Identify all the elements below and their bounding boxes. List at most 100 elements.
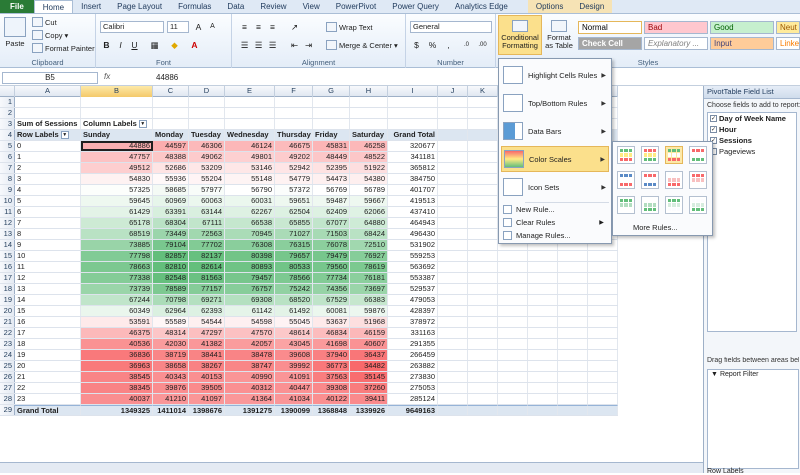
- session-cell[interactable]: 77734: [313, 273, 350, 283]
- session-cell[interactable]: 38267: [189, 361, 225, 371]
- font-size-combo[interactable]: 11: [167, 21, 189, 33]
- cell[interactable]: [498, 251, 528, 261]
- cell[interactable]: [528, 405, 558, 415]
- session-cell[interactable]: 56769: [313, 185, 350, 195]
- column-header-f[interactable]: F: [275, 86, 313, 97]
- fill-color-icon[interactable]: ◆: [168, 39, 181, 51]
- session-cell[interactable]: 54830: [81, 174, 153, 184]
- row-header[interactable]: 29: [0, 405, 15, 415]
- hour-label[interactable]: 8: [15, 229, 81, 239]
- session-cell[interactable]: 76315: [275, 240, 313, 250]
- session-cell[interactable]: 46306: [189, 141, 225, 151]
- color-scale-swatch[interactable]: [689, 171, 707, 189]
- session-cell[interactable]: 63144: [189, 207, 225, 217]
- session-cell[interactable]: 39411: [350, 394, 388, 404]
- session-cell[interactable]: 53146: [225, 163, 275, 173]
- session-cell[interactable]: 54598: [225, 317, 275, 327]
- hour-label[interactable]: 9: [15, 240, 81, 250]
- session-cell[interactable]: 49512: [81, 163, 153, 173]
- cell[interactable]: [468, 339, 498, 349]
- session-cell[interactable]: 73697: [350, 284, 388, 294]
- session-cell[interactable]: 78589: [153, 284, 189, 294]
- session-cell[interactable]: 61142: [225, 306, 275, 316]
- cell-style-neut[interactable]: Neut: [776, 21, 800, 34]
- cell[interactable]: [498, 284, 528, 294]
- cell[interactable]: [350, 97, 388, 107]
- hour-label[interactable]: 6: [15, 207, 81, 217]
- grand-total-cell[interactable]: 331163: [388, 328, 438, 338]
- cell[interactable]: [498, 328, 528, 338]
- row-header[interactable]: 1: [0, 97, 15, 107]
- session-cell[interactable]: 38478: [225, 350, 275, 360]
- session-cell[interactable]: 79657: [275, 251, 313, 261]
- session-cell[interactable]: 46258: [350, 141, 388, 151]
- session-cell[interactable]: 82857: [153, 251, 189, 261]
- cell[interactable]: [438, 97, 468, 107]
- session-cell[interactable]: 39608: [275, 350, 313, 360]
- fx-icon[interactable]: fx: [104, 72, 152, 84]
- conditional-formatting-button[interactable]: Conditional Formatting: [498, 15, 542, 55]
- cell[interactable]: [438, 328, 468, 338]
- session-cell[interactable]: 36836: [81, 350, 153, 360]
- session-cell[interactable]: 79104: [153, 240, 189, 250]
- session-cell[interactable]: 82548: [153, 273, 189, 283]
- color-scale-swatch[interactable]: [689, 146, 707, 164]
- cell[interactable]: [468, 218, 498, 228]
- cell[interactable]: [588, 350, 618, 360]
- cell[interactable]: [468, 328, 498, 338]
- cell[interactable]: [558, 251, 588, 261]
- currency-icon[interactable]: $: [410, 39, 423, 51]
- cell[interactable]: [468, 394, 498, 404]
- session-cell[interactable]: 67529: [313, 295, 350, 305]
- session-cell[interactable]: 61492: [275, 306, 313, 316]
- session-cell[interactable]: 77702: [189, 240, 225, 250]
- hour-label[interactable]: 5: [15, 196, 81, 206]
- session-cell[interactable]: 39308: [313, 383, 350, 393]
- hour-label[interactable]: 15: [15, 306, 81, 316]
- grand-total-cell[interactable]: 401707: [388, 185, 438, 195]
- cell-style-input[interactable]: Input: [710, 37, 774, 50]
- session-cell[interactable]: 52395: [313, 163, 350, 173]
- session-cell[interactable]: 47297: [189, 328, 225, 338]
- color-scale-swatch[interactable]: [665, 171, 683, 189]
- session-cell[interactable]: 66383: [350, 295, 388, 305]
- hour-label[interactable]: 19: [15, 350, 81, 360]
- row-header[interactable]: 20: [0, 306, 15, 316]
- session-cell[interactable]: 41364: [225, 394, 275, 404]
- cut-button[interactable]: Cut: [32, 17, 57, 27]
- row-header[interactable]: 25: [0, 361, 15, 371]
- session-cell[interactable]: 48614: [275, 328, 313, 338]
- session-cell[interactable]: 46834: [313, 328, 350, 338]
- grand-total-cell[interactable]: 464943: [388, 218, 438, 228]
- copy-button[interactable]: Copy ▾: [32, 30, 68, 40]
- cell[interactable]: [468, 251, 498, 261]
- session-cell[interactable]: 54544: [189, 317, 225, 327]
- grand-total-cell[interactable]: 341181: [388, 152, 438, 162]
- cell[interactable]: [388, 119, 438, 129]
- session-cell[interactable]: 54779: [275, 174, 313, 184]
- cell[interactable]: [313, 97, 350, 107]
- cell[interactable]: [438, 394, 468, 404]
- cell[interactable]: [498, 295, 528, 305]
- cell[interactable]: [350, 108, 388, 118]
- session-cell[interactable]: 57977: [189, 185, 225, 195]
- font-name-combo[interactable]: Calibri: [100, 21, 164, 33]
- column-header-c[interactable]: C: [153, 86, 189, 97]
- session-cell[interactable]: 53209: [189, 163, 225, 173]
- cell[interactable]: [528, 339, 558, 349]
- session-cell[interactable]: 46675: [275, 141, 313, 151]
- session-cell[interactable]: 38441: [189, 350, 225, 360]
- session-cell[interactable]: 49202: [275, 152, 313, 162]
- cell[interactable]: [438, 273, 468, 283]
- cell[interactable]: [438, 141, 468, 151]
- session-cell[interactable]: 69271: [189, 295, 225, 305]
- cell[interactable]: [388, 97, 438, 107]
- hour-label[interactable]: 10: [15, 251, 81, 261]
- cell[interactable]: [468, 240, 498, 250]
- session-cell[interactable]: 34482: [350, 361, 388, 371]
- session-cell[interactable]: 73739: [81, 284, 153, 294]
- cell[interactable]: [468, 174, 498, 184]
- tab-options[interactable]: Options: [527, 0, 572, 13]
- session-cell[interactable]: 52942: [275, 163, 313, 173]
- session-cell[interactable]: 42030: [153, 339, 189, 349]
